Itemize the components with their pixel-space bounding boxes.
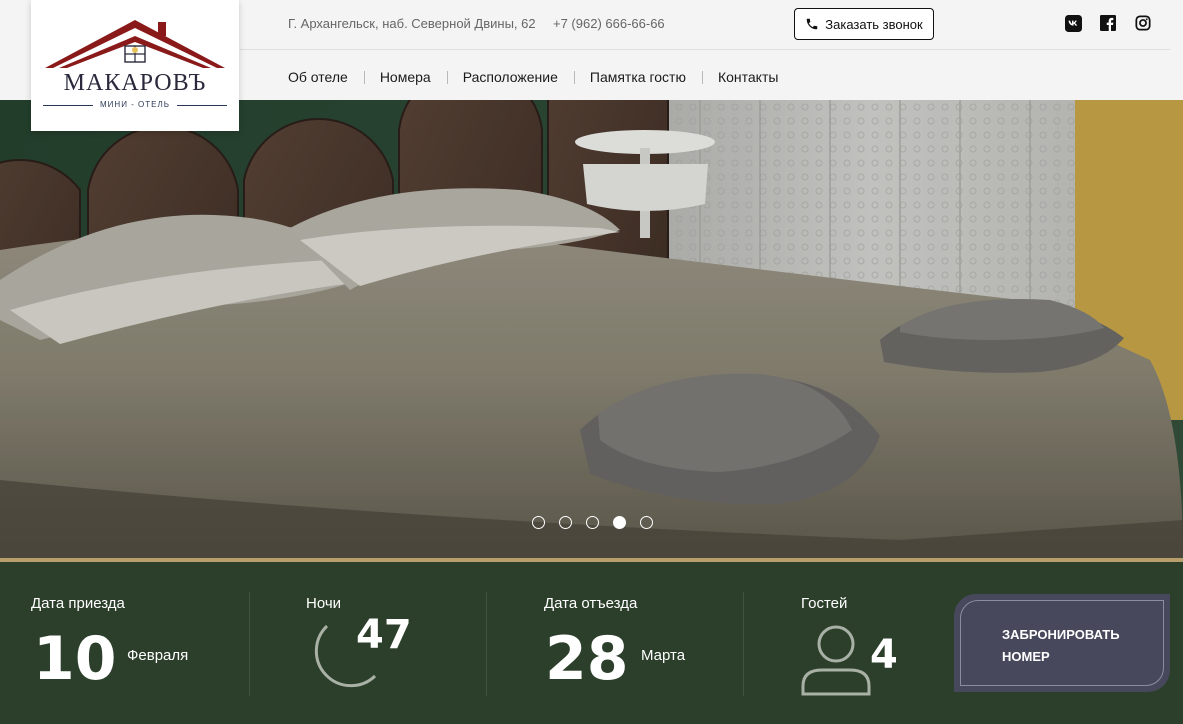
facebook-icon[interactable] — [1099, 14, 1117, 32]
nav-item-location[interactable]: Расположение — [446, 66, 574, 88]
user-icon — [801, 625, 871, 696]
departure-label: Дата отъезда — [544, 595, 638, 612]
slider-dots — [532, 516, 653, 529]
nav-item-about[interactable]: Об отеле — [272, 66, 364, 88]
hotel-logo[interactable]: МАКАРОВЪ МИНИ - ОТЕЛЬ — [31, 0, 239, 131]
book-room-button[interactable]: ЗАБРОНИРОВАТЬ НОМЕР — [954, 594, 1170, 692]
arrival-day: 10 — [33, 624, 117, 694]
vk-icon[interactable] — [1064, 14, 1082, 32]
nav-item-rooms[interactable]: Номера — [363, 66, 447, 88]
departure-day: 28 — [545, 624, 629, 694]
guests-label: Гостей — [801, 595, 848, 612]
arrival-month: Февраля — [127, 647, 189, 664]
logo-name: МАКАРОВЪ — [63, 70, 207, 96]
booking-bar: Дата приезда 10 Февраля Ночи 47 Дата отъ… — [0, 562, 1183, 724]
bedroom-photo — [0, 100, 1183, 558]
nights-value: 47 — [356, 612, 412, 658]
arrival-label: Дата приезда — [31, 595, 125, 612]
book-button-line1: ЗАБРОНИРОВАТЬ — [1002, 627, 1120, 642]
hotel-address: Г. Архангельск, наб. Северной Двины, 62 — [288, 16, 536, 31]
departure-month: Марта — [641, 647, 686, 664]
callback-button[interactable]: Заказать звонок — [794, 8, 934, 40]
nav-item-contacts[interactable]: Контакты — [701, 66, 794, 88]
header-divider — [240, 49, 1170, 50]
nav-item-guest-memo[interactable]: Памятка гостю — [573, 66, 702, 88]
slider-dot-3[interactable] — [586, 516, 599, 529]
hero-slider — [0, 100, 1183, 558]
main-nav: Об отеле Номера Расположение Памятка гос… — [272, 64, 794, 90]
slider-dot-4[interactable] — [613, 516, 626, 529]
callback-label: Заказать звонок — [825, 16, 923, 32]
book-button-line2: НОМЕР — [1002, 649, 1050, 664]
instagram-icon[interactable] — [1134, 14, 1152, 32]
roof-logo-icon — [45, 20, 225, 68]
slider-dot-2[interactable] — [559, 516, 572, 529]
slider-dot-5[interactable] — [640, 516, 653, 529]
slider-dot-1[interactable] — [532, 516, 545, 529]
hotel-phone[interactable]: +7 (962) 666-66-66 — [553, 16, 665, 31]
phone-icon — [807, 18, 818, 30]
guests-value: 4 — [870, 632, 898, 678]
nights-label: Ночи — [306, 595, 342, 612]
